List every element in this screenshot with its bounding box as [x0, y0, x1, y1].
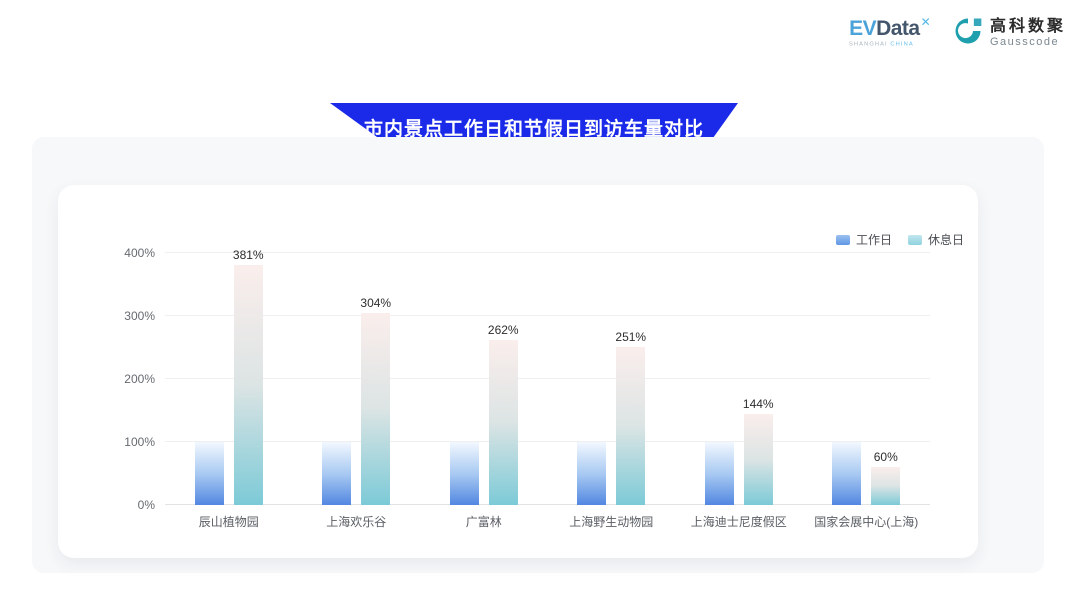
- bar-group: 144%: [705, 414, 773, 505]
- gridline-0%: [165, 504, 930, 505]
- plot-area: 0%100%200%300%400%381%304%262%251%144%60…: [165, 253, 930, 505]
- bar-工作日: [577, 442, 606, 505]
- gridline-300%: [165, 315, 930, 316]
- category-label: 国家会展中心(上海): [814, 513, 918, 530]
- bar-value-label: 262%: [488, 323, 519, 337]
- y-tick-label: 100%: [109, 435, 155, 449]
- evdata-subtext-left: SHANGHAI: [849, 40, 888, 46]
- legend-item-restday[interactable]: 休息日: [908, 231, 964, 248]
- bar-休息日: 60%: [871, 467, 900, 505]
- bar-休息日: 144%: [744, 414, 773, 505]
- bar-工作日: [832, 442, 861, 505]
- logo-row: EVData✕ SHANGHAI CHINA 高科数聚 Gausscode: [849, 16, 1066, 51]
- gridline-100%: [165, 441, 930, 442]
- bar-工作日: [450, 442, 479, 505]
- category-label: 上海野生动物园: [569, 513, 653, 530]
- gridline-200%: [165, 378, 930, 379]
- gausscode-cn-text: 高科数聚: [990, 18, 1066, 36]
- legend-item-workday[interactable]: 工作日: [836, 231, 892, 248]
- evdata-wordmark: EVData✕: [849, 18, 929, 39]
- chart-legend: 工作日 休息日: [836, 231, 964, 248]
- evdata-data-text: Data: [876, 17, 920, 40]
- evdata-ev-text: EV: [849, 17, 876, 40]
- gausscode-g-icon: [953, 16, 983, 51]
- bar-group: 60%: [832, 442, 900, 505]
- bar-value-label: 381%: [233, 248, 264, 262]
- category-label: 广富林: [466, 513, 502, 530]
- gridline-400%: [165, 252, 930, 253]
- gausscode-logo: 高科数聚 Gausscode: [953, 16, 1066, 51]
- bar-休息日: 251%: [616, 347, 645, 505]
- restday-swatch-icon: [908, 235, 922, 245]
- bar-休息日: 381%: [234, 265, 263, 505]
- y-tick-label: 300%: [109, 309, 155, 323]
- bar-group: 381%: [195, 265, 263, 505]
- legend-label-restday: 休息日: [928, 231, 964, 248]
- workday-swatch-icon: [836, 235, 850, 245]
- bar-value-label: 304%: [360, 296, 391, 310]
- bar-group: 262%: [450, 340, 518, 505]
- gausscode-text: 高科数聚 Gausscode: [990, 18, 1066, 49]
- evdata-logo: EVData✕ SHANGHAI CHINA: [849, 18, 939, 49]
- bar-value-label: 251%: [615, 330, 646, 344]
- category-label: 辰山植物园: [199, 513, 259, 530]
- bar-group: 251%: [577, 347, 645, 505]
- bar-休息日: 262%: [489, 340, 518, 505]
- bar-group: 304%: [322, 313, 390, 505]
- evdata-subtext: SHANGHAI CHINA: [849, 41, 914, 47]
- x-axis-labels: 辰山植物园 上海欢乐谷 广富林 上海野生动物园 上海迪士尼度假区 国家会展中心(上海): [165, 513, 930, 529]
- category-label: 上海迪士尼度假区: [691, 513, 787, 530]
- evdata-x-icon: ✕: [921, 15, 931, 29]
- chart-card: 工作日 休息日 0% 100% 200% 300% 400% 381% 304% 262% 25…: [58, 185, 978, 558]
- category-label: 上海欢乐谷: [326, 513, 386, 530]
- evdata-subtext-right: CHINA: [890, 40, 913, 46]
- bar-value-label: 60%: [874, 450, 898, 464]
- y-tick-label: 400%: [109, 246, 155, 260]
- y-tick-label: 200%: [109, 372, 155, 386]
- gausscode-en-text: Gausscode: [990, 36, 1066, 49]
- bar-休息日: 304%: [361, 313, 390, 505]
- bar-工作日: [322, 442, 351, 505]
- bar-工作日: [705, 442, 734, 505]
- bar-value-label: 144%: [743, 397, 774, 411]
- y-tick-label: 0%: [109, 498, 155, 512]
- bar-工作日: [195, 442, 224, 505]
- legend-label-workday: 工作日: [856, 231, 892, 248]
